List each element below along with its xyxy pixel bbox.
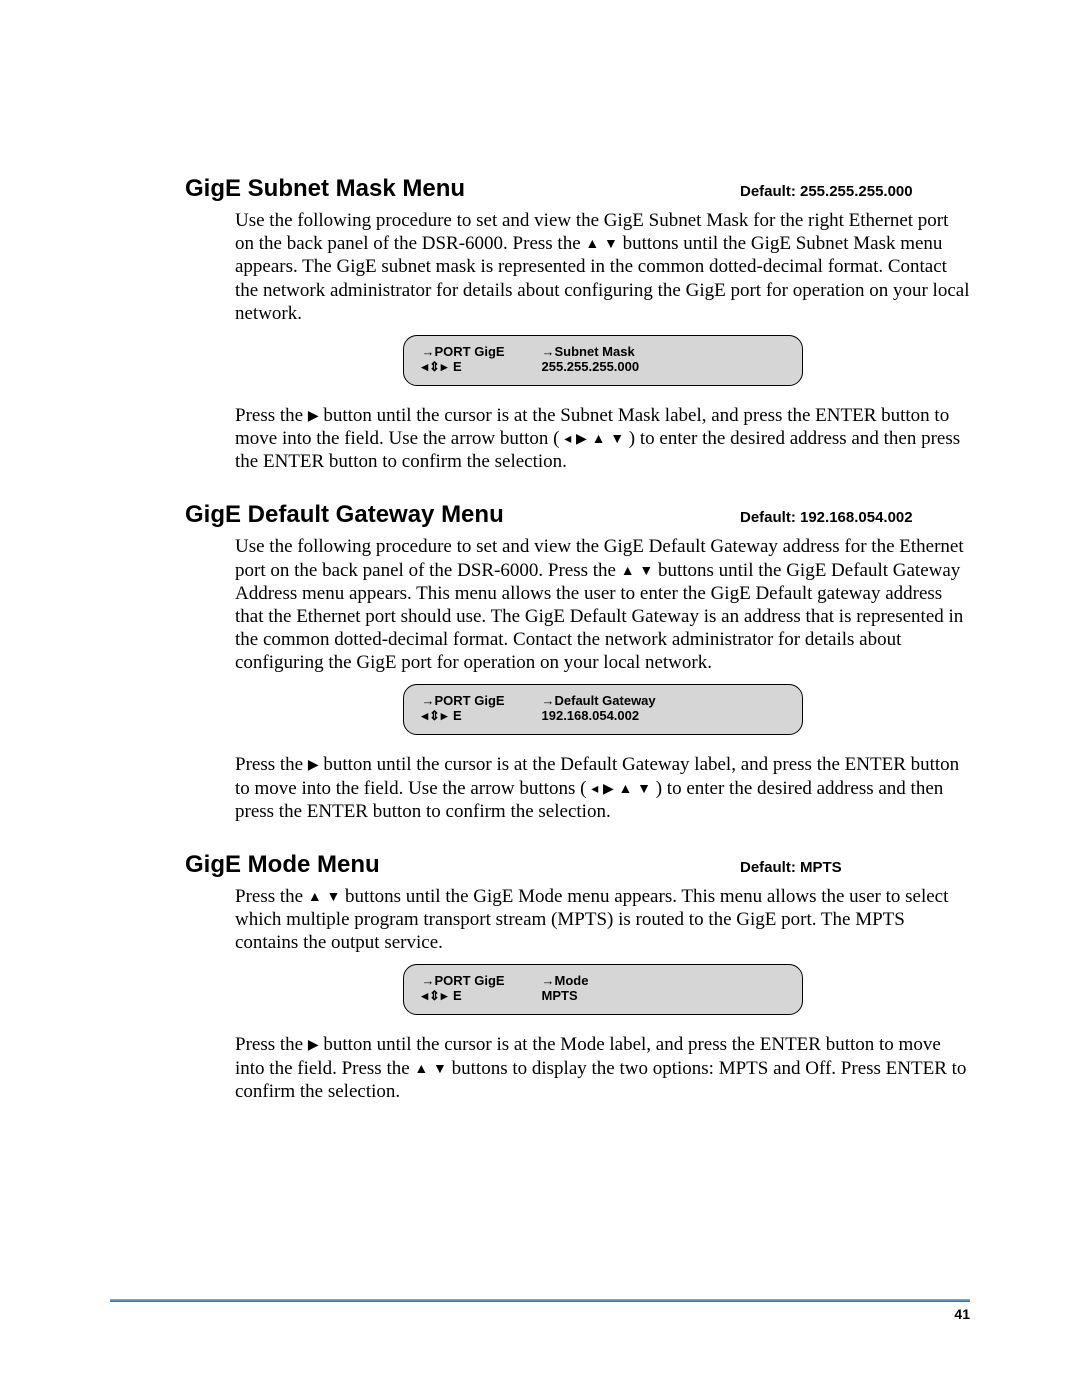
up-icon: ▲ <box>585 238 599 252</box>
document-page: GigE Subnet Mask Menu Default: 255.255.2… <box>0 0 1080 1397</box>
up-icon: ▲ <box>592 433 606 447</box>
lcd-display: →PORT GigE →Mode ◂⇕▸ E MPTS <box>235 964 970 1015</box>
section-body: Press the ▲ ▼ buttons until the GigE Mod… <box>235 885 970 1103</box>
up-icon: ▲ <box>619 783 633 797</box>
lcd-panel: →PORT GigE →Mode ◂⇕▸ E MPTS <box>403 964 803 1015</box>
right-icon: ▶ <box>308 410 319 424</box>
text: Press the <box>235 886 308 907</box>
paragraph: Press the ▲ ▼ buttons until the GigE Mod… <box>235 885 970 955</box>
right-icon: ▶ <box>308 759 319 773</box>
section-heading: GigE Default Gateway Menu <box>185 501 504 529</box>
section-default-gateway: GigE Default Gateway Menu Default: 192.1… <box>185 501 970 823</box>
right-icon: ▶ <box>308 1039 319 1053</box>
left-icon: ◂ <box>564 433 571 447</box>
lcd-panel: →PORT GigE →Subnet Mask ◂⇕▸ E 255.255.25… <box>403 335 803 386</box>
paragraph: Press the ▶ button until the cursor is a… <box>235 404 970 474</box>
section-body: Use the following procedure to set and v… <box>235 209 970 473</box>
heading-row: GigE Mode Menu Default: MPTS <box>185 851 970 879</box>
lcd-top-right: →Mode <box>542 973 784 988</box>
text: Press the <box>235 405 308 426</box>
down-icon: ▼ <box>610 433 624 447</box>
lcd-value: MPTS <box>542 988 784 1004</box>
lcd-display: →PORT GigE →Default Gateway ◂⇕▸ E 192.16… <box>235 684 970 735</box>
section-heading: GigE Mode Menu <box>185 851 380 879</box>
section-mode: GigE Mode Menu Default: MPTS Press the ▲… <box>185 851 970 1103</box>
up-icon: ▲ <box>414 1063 428 1077</box>
text: Press the <box>235 754 308 775</box>
lcd-display: →PORT GigE →Subnet Mask ◂⇕▸ E 255.255.25… <box>235 335 970 386</box>
paragraph: Press the ▶ button until the cursor is a… <box>235 753 970 823</box>
right-icon: ▶ <box>603 783 614 797</box>
section-default-label: Default: 192.168.054.002 <box>720 509 970 526</box>
footer-rule <box>110 1299 970 1302</box>
heading-row: GigE Subnet Mask Menu Default: 255.255.2… <box>185 175 970 203</box>
down-icon: ▼ <box>639 565 653 579</box>
lcd-value: 255.255.255.000 <box>542 359 784 375</box>
lcd-top-right: →Default Gateway <box>542 693 784 708</box>
right-icon: ▶ <box>576 433 587 447</box>
lcd-panel: →PORT GigE →Default Gateway ◂⇕▸ E 192.16… <box>403 684 803 735</box>
left-icon: ◂ <box>591 783 598 797</box>
page-number: 41 <box>110 1306 970 1322</box>
paragraph: Use the following procedure to set and v… <box>235 209 970 325</box>
down-icon: ▼ <box>433 1063 447 1077</box>
paragraph: Use the following procedure to set and v… <box>235 535 970 674</box>
up-icon: ▲ <box>308 891 322 905</box>
paragraph: Press the ▶ button until the cursor is a… <box>235 1033 970 1103</box>
down-icon: ▼ <box>326 891 340 905</box>
heading-row: GigE Default Gateway Menu Default: 192.1… <box>185 501 970 529</box>
down-icon: ▼ <box>637 783 651 797</box>
up-icon: ▲ <box>621 565 635 579</box>
section-default-label: Default: 255.255.255.000 <box>720 183 970 200</box>
lcd-top-left: →PORT GigE <box>422 693 542 708</box>
lcd-nav: ◂⇕▸ E <box>422 708 542 724</box>
lcd-top-left: →PORT GigE <box>422 344 542 359</box>
section-body: Use the following procedure to set and v… <box>235 535 970 823</box>
page-footer: 41 <box>110 1299 970 1322</box>
lcd-top-right: →Subnet Mask <box>542 344 784 359</box>
text: Press the <box>235 1034 308 1055</box>
lcd-value: 192.168.054.002 <box>542 708 784 724</box>
section-default-label: Default: MPTS <box>720 859 970 876</box>
text: buttons until the GigE Mode menu appears… <box>235 886 948 953</box>
section-subnet-mask: GigE Subnet Mask Menu Default: 255.255.2… <box>185 175 970 473</box>
section-heading: GigE Subnet Mask Menu <box>185 175 465 203</box>
lcd-nav: ◂⇕▸ E <box>422 359 542 375</box>
down-icon: ▼ <box>604 238 618 252</box>
lcd-top-left: →PORT GigE <box>422 973 542 988</box>
lcd-nav: ◂⇕▸ E <box>422 988 542 1004</box>
